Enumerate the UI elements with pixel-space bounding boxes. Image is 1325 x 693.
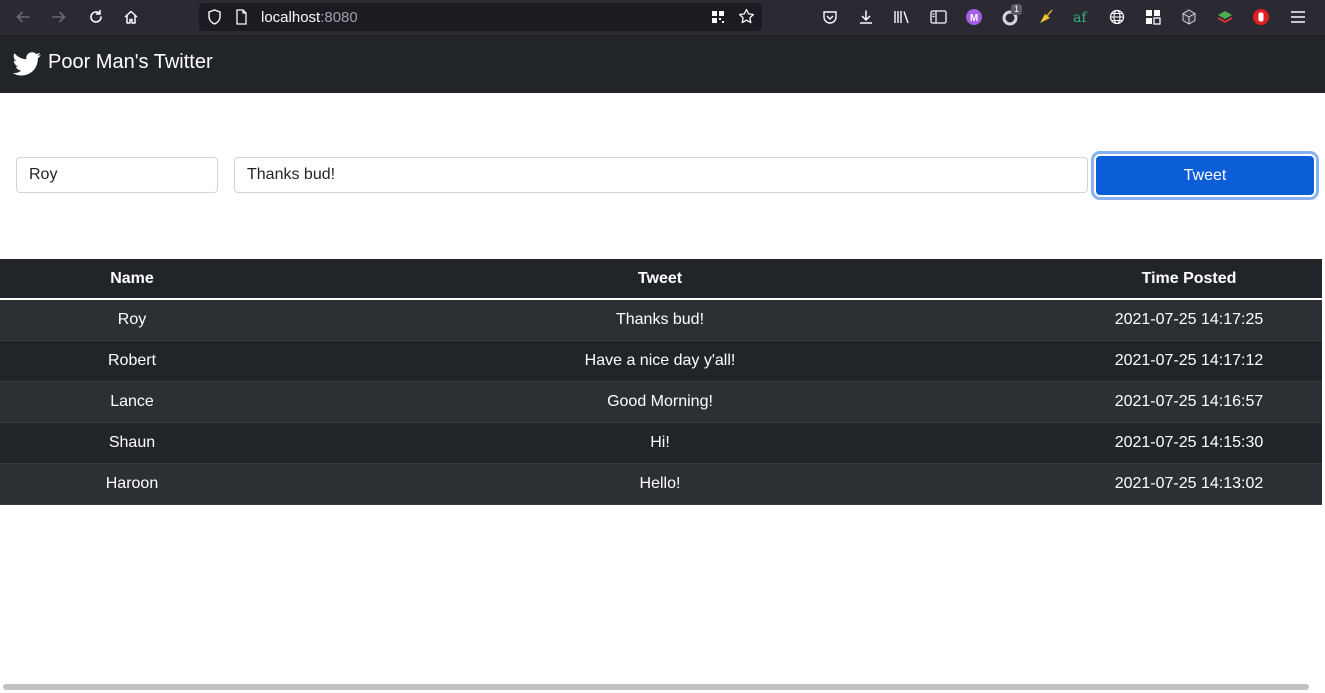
cell-name: Haroon — [0, 463, 264, 505]
extension-stop-hand-icon[interactable] — [1248, 5, 1274, 29]
hamburger-menu-icon[interactable] — [1285, 5, 1311, 29]
cell-name: Lance — [0, 381, 264, 423]
cell-time: 2021-07-25 14:17:12 — [1056, 340, 1322, 382]
url-text[interactable]: localhost:8080 — [261, 9, 358, 26]
library-icon[interactable] — [889, 5, 915, 29]
name-input[interactable] — [16, 157, 218, 193]
extension-m-label: M — [970, 13, 978, 24]
cell-time: 2021-07-25 14:15:30 — [1056, 422, 1322, 464]
cell-name: Roy — [0, 299, 264, 341]
tweet-input[interactable] — [234, 157, 1088, 193]
cell-tweet: Hi! — [264, 422, 1056, 464]
extension-m-icon[interactable]: M — [961, 5, 987, 29]
forward-arrow-icon[interactable] — [46, 5, 72, 29]
cell-time: 2021-07-25 14:13:02 — [1056, 463, 1322, 505]
back-arrow-icon[interactable] — [10, 5, 36, 29]
brand-title[interactable]: Poor Man's Twitter — [48, 51, 213, 74]
sidebar-icon[interactable] — [925, 5, 951, 29]
qr-code-icon[interactable] — [711, 10, 725, 29]
twitter-bird-icon[interactable] — [12, 52, 42, 81]
extension-ring-icon[interactable]: 1 — [997, 4, 1023, 29]
cell-tweet: Have a nice day y'all! — [264, 340, 1056, 382]
home-icon[interactable] — [118, 5, 144, 29]
pocket-icon[interactable] — [817, 5, 843, 29]
tweets-table: Name Tweet Time Posted Roy Thanks bud! 2… — [0, 259, 1322, 505]
extension-af-icon[interactable]: af — [1068, 5, 1094, 29]
table-row: Roy Thanks bud! 2021-07-25 14:17:25 — [0, 299, 1322, 341]
cell-name: Robert — [0, 340, 264, 382]
url-port: :8080 — [320, 9, 358, 26]
cell-tweet: Thanks bud! — [264, 299, 1056, 341]
table-header-row: Name Tweet Time Posted — [0, 259, 1322, 300]
extension-layers-icon[interactable] — [1212, 5, 1238, 29]
url-bar[interactable]: localhost:8080 — [199, 3, 762, 31]
cell-tweet: Hello! — [264, 463, 1056, 505]
browser-toolbar: localhost:8080 M 1 af — [0, 0, 1325, 36]
reload-icon[interactable] — [83, 5, 109, 29]
globe-icon[interactable] — [1104, 5, 1130, 29]
url-host: localhost — [261, 9, 321, 26]
horizontal-scrollbar[interactable] — [3, 684, 1309, 690]
tweet-button[interactable]: Tweet — [1094, 154, 1316, 197]
extension-badge: 1 — [1011, 4, 1023, 15]
navbar: Poor Man's Twitter — [0, 36, 1325, 93]
column-header-name: Name — [0, 259, 264, 300]
extension-cube-icon[interactable] — [1176, 5, 1202, 29]
shield-icon[interactable] — [207, 9, 222, 30]
column-header-tweet: Tweet — [264, 259, 1056, 300]
extensions-grid-icon[interactable] — [1140, 5, 1166, 29]
column-header-time: Time Posted — [1056, 259, 1322, 300]
extension-broom-icon[interactable] — [1033, 5, 1059, 29]
table-row: Shaun Hi! 2021-07-25 14:15:30 — [0, 422, 1322, 464]
svg-text:af: af — [1073, 10, 1088, 26]
bookmark-star-icon[interactable] — [738, 8, 755, 30]
download-icon[interactable] — [853, 5, 879, 29]
cell-name: Shaun — [0, 422, 264, 464]
table-row: Haroon Hello! 2021-07-25 14:13:02 — [0, 463, 1322, 505]
cell-tweet: Good Morning! — [264, 381, 1056, 423]
cell-time: 2021-07-25 14:17:25 — [1056, 299, 1322, 341]
cell-time: 2021-07-25 14:16:57 — [1056, 381, 1322, 423]
table-row: Lance Good Morning! 2021-07-25 14:16:57 — [0, 381, 1322, 423]
page-icon — [235, 9, 248, 30]
table-row: Robert Have a nice day y'all! 2021-07-25… — [0, 340, 1322, 382]
